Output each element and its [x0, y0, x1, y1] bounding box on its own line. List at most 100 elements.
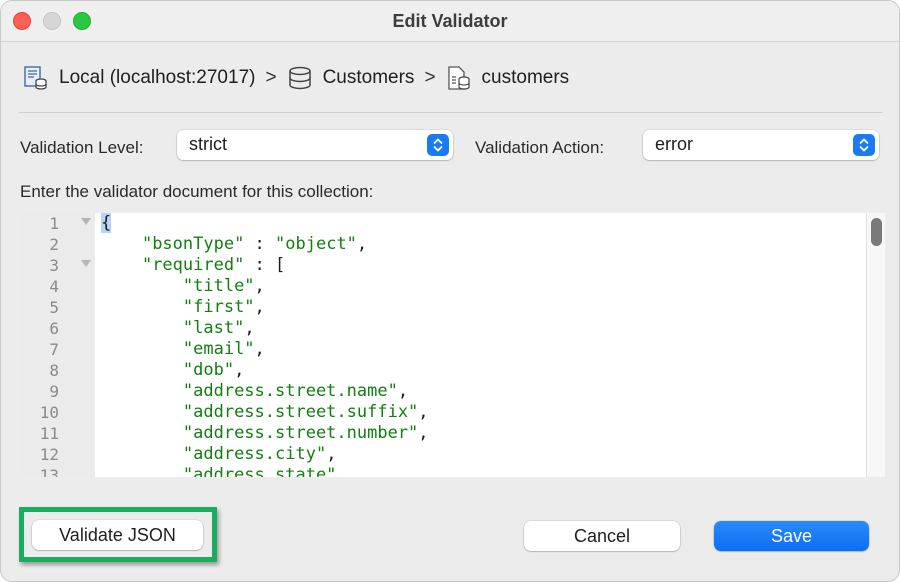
code-text: "address.street.name",: [101, 381, 408, 402]
code-text: "address.city",: [101, 444, 337, 465]
save-button[interactable]: Save: [714, 521, 869, 551]
line-number: 13: [39, 466, 59, 477]
collection-icon: [447, 66, 470, 90]
code-text: "email",: [101, 339, 265, 360]
title-bar: Edit Validator: [1, 1, 899, 42]
code-text: "first",: [101, 297, 265, 318]
punctuation-token: ,: [244, 318, 255, 338]
punctuation-token: ,: [418, 402, 429, 422]
string-token: "title": [182, 276, 255, 296]
line-number: 6: [49, 319, 59, 338]
string-token: "last": [182, 318, 245, 338]
validation-action-value: error: [655, 134, 694, 154]
line-number: 10: [39, 403, 59, 422]
punctuation-token: ,: [336, 465, 347, 477]
window-title: Edit Validator: [392, 11, 508, 31]
divider: [19, 112, 883, 113]
string-token: "address.street.number": [182, 423, 419, 443]
punctuation-token: [: [275, 255, 286, 275]
line-number: 5: [49, 298, 59, 317]
fold-arrow-icon[interactable]: [81, 218, 91, 225]
punctuation-token: ,: [234, 360, 245, 380]
code-text: {: [101, 213, 112, 234]
string-token: "first": [182, 297, 255, 317]
breadcrumb: Local (localhost:27017) > Customers > cu…: [23, 63, 569, 93]
line-number: 9: [49, 382, 59, 401]
punctuation-token: ,: [397, 381, 409, 401]
string-token: "object": [275, 234, 357, 254]
code-text: "last",: [101, 318, 255, 339]
code-text: "title",: [101, 276, 265, 297]
line-number: 4: [49, 277, 59, 296]
code-line: 10 "address.street.suffix",: [19, 402, 885, 423]
breadcrumb-label: Local (localhost:27017): [59, 67, 256, 88]
string-token: "email": [182, 339, 255, 359]
separator-token: :: [244, 255, 276, 275]
validator-code-editor[interactable]: 1{2 "bsonType" : "object", 3 "required" :…: [19, 213, 885, 477]
vertical-scrollbar[interactable]: [866, 213, 885, 477]
fold-arrow-icon[interactable]: [81, 260, 91, 267]
string-token: "address.state": [182, 465, 337, 477]
up-down-chevron-icon: [853, 134, 875, 156]
code-text: "dob",: [101, 360, 244, 381]
string-token: "address.street.suffix": [182, 402, 419, 422]
validate-json-button[interactable]: Validate JSON: [32, 520, 203, 550]
code-line: 7 "email",: [19, 339, 885, 360]
editor-instructions-label: Enter the validator document for this co…: [20, 182, 374, 201]
code-line: 9 "address.street.name",: [19, 381, 885, 402]
line-number: 1: [49, 214, 59, 233]
string-token: "address.city": [182, 444, 327, 464]
breadcrumb-item-database[interactable]: Customers: [287, 65, 415, 91]
key-token: "required": [141, 255, 245, 275]
breadcrumb-separator: >: [424, 67, 436, 88]
code-text: "required" : [: [101, 255, 285, 276]
code-text: "address.state",: [101, 465, 347, 477]
breadcrumb-label: customers: [481, 67, 570, 88]
scrollbar-thumb[interactable]: [871, 218, 882, 246]
validation-action-label: Validation Action:: [475, 138, 605, 157]
code-content[interactable]: 1{2 "bsonType" : "object", 3 "required" :…: [19, 213, 885, 477]
breadcrumb-item-connection[interactable]: Local (localhost:27017): [23, 65, 255, 91]
database-icon: [288, 66, 311, 90]
punctuation-token: ,: [254, 276, 265, 296]
validation-level-value: strict: [189, 134, 227, 154]
punctuation-token: ,: [356, 234, 368, 254]
cancel-button[interactable]: Cancel: [524, 521, 680, 551]
line-number: 12: [39, 445, 59, 464]
string-token: "dob": [182, 360, 235, 380]
line-number: 11: [39, 424, 59, 443]
server-database-icon: [24, 66, 47, 90]
validation-level-label: Validation Level:: [20, 138, 144, 157]
line-number: 2: [49, 235, 59, 254]
edit-validator-window: Edit Validator Local (localhost:27017) >…: [0, 0, 900, 582]
validation-level-select[interactable]: strict: [177, 130, 453, 160]
punctuation-token: ,: [326, 444, 337, 464]
code-text: "bsonType" : "object",: [101, 234, 367, 255]
code-line: 6 "last",: [19, 318, 885, 339]
code-line: 8 "dob",: [19, 360, 885, 381]
punctuation-token: ,: [418, 423, 429, 443]
code-line: 3 "required" : [: [19, 255, 885, 276]
line-number: 3: [49, 256, 59, 275]
code-text: "address.street.number",: [101, 423, 429, 444]
punctuation-token: ,: [254, 297, 265, 317]
line-number: 7: [49, 340, 59, 359]
breadcrumb-separator: >: [265, 67, 277, 88]
code-text: "address.street.suffix",: [101, 402, 429, 423]
code-line: 1{: [19, 213, 885, 234]
code-line: 13 "address.state",: [19, 465, 885, 477]
validation-action-select[interactable]: error: [643, 130, 879, 160]
up-down-chevron-icon: [427, 134, 449, 156]
code-line: 4 "title",: [19, 276, 885, 297]
breadcrumb-label: Customers: [322, 67, 415, 88]
punctuation-token: ,: [254, 339, 265, 359]
code-line: 12 "address.city",: [19, 444, 885, 465]
brace-token: {: [101, 213, 112, 233]
key-token: "bsonType": [141, 234, 245, 254]
code-line: 2 "bsonType" : "object",: [19, 234, 885, 255]
code-line: 11 "address.street.number",: [19, 423, 885, 444]
line-number: 8: [49, 361, 59, 380]
breadcrumb-item-collection[interactable]: customers: [446, 65, 570, 91]
code-line: 5 "first",: [19, 297, 885, 318]
separator-token: :: [244, 234, 276, 254]
